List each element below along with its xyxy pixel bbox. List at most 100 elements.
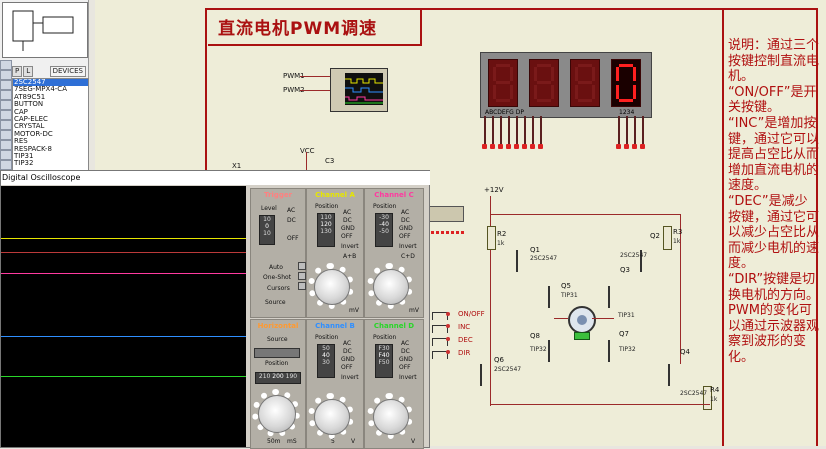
device-panel: P L DEVICES 2SC2547 7SEG-MPX4-CA AT89C51 BUTT… — [0, 0, 89, 182]
one-shot-label: One-Shot — [263, 274, 292, 281]
tool-icon[interactable] — [0, 90, 12, 100]
respack-pins — [426, 224, 466, 234]
tool-icon[interactable] — [0, 110, 12, 120]
window-title[interactable]: Digital Oscilloscope — [1, 171, 430, 185]
channel-d-knob[interactable] — [373, 399, 409, 435]
device-list[interactable]: 2SC2547 7SEG-MPX4-CA AT89C51 BUTTON CAP CAP-E… — [12, 78, 89, 182]
dc-label: DC — [343, 217, 352, 224]
tool-icon[interactable] — [0, 140, 12, 150]
channel-b-position[interactable]: 50 40 30 — [317, 344, 335, 378]
position-value: F40 — [378, 352, 390, 359]
invert-label: Invert — [341, 374, 359, 381]
gnd-label: GND — [341, 356, 355, 363]
off-label: OFF — [399, 364, 411, 371]
horizontal-title: Horizontal — [257, 322, 299, 330]
channel-c-position[interactable]: -30 -40 -50 — [375, 213, 393, 247]
c3-label: C3 — [325, 157, 335, 165]
library-button[interactable]: L — [23, 66, 34, 77]
note-paragraph: “ON/OFF”是开关按键。 — [728, 84, 817, 116]
tool-icon[interactable] — [0, 160, 12, 170]
tool-icon[interactable] — [0, 70, 12, 80]
q8-label: Q8 — [530, 332, 540, 340]
resistor-r3[interactable] — [663, 226, 672, 250]
q5-label: Q5 — [561, 282, 571, 290]
q6-part: 2SC2547 — [494, 366, 522, 373]
tool-icon[interactable] — [0, 120, 12, 130]
device-list-item[interactable]: TIP32 — [13, 160, 88, 168]
resistor-r2[interactable] — [487, 226, 496, 250]
auto-toggle[interactable] — [298, 262, 306, 270]
on-off-label: ON/OFF — [458, 310, 485, 318]
horizontal-position[interactable]: 210 200 190 — [255, 372, 301, 384]
timebase-knob[interactable] — [258, 395, 296, 433]
off-label: OFF — [341, 233, 353, 240]
c-plus-d-label: C+D — [401, 253, 415, 260]
scope-screen — [1, 186, 246, 447]
q7-part: TIP32 — [619, 346, 636, 353]
invert-label: Invert — [399, 243, 417, 250]
channel-b-knob[interactable] — [314, 399, 350, 435]
channel-a-knob[interactable] — [314, 269, 350, 305]
mini-scope-component[interactable] — [330, 68, 388, 112]
invert-label: Invert — [399, 374, 417, 381]
horizontal-position-label: Position — [265, 360, 289, 367]
trigger-level-display[interactable]: 10 0 10 — [259, 215, 275, 245]
channel-c-trace — [1, 273, 246, 274]
tool-icon[interactable] — [0, 150, 12, 160]
dc-label: DC — [401, 348, 410, 355]
channel-b-title: Channel B — [315, 322, 355, 330]
pick-devices-button[interactable]: P — [12, 66, 23, 77]
respack[interactable] — [426, 206, 464, 222]
digit-2 — [529, 59, 559, 107]
channel-a-position[interactable]: 110 120 130 — [317, 213, 335, 247]
dc-motor[interactable] — [568, 306, 596, 334]
mv-unit: mV — [409, 307, 419, 314]
q7-label: Q7 — [619, 330, 629, 338]
position-value: -40 — [379, 221, 389, 228]
tool-icon[interactable] — [0, 60, 12, 70]
position-label: Position — [373, 203, 397, 210]
mini-scope-traces — [345, 73, 383, 105]
transistor-q3[interactable] — [608, 286, 624, 308]
tool-icon[interactable] — [0, 100, 12, 110]
note-paragraph: 说明：通过三个按键控制直流电机。 — [728, 38, 820, 85]
one-shot-toggle[interactable] — [298, 272, 306, 280]
digital-oscilloscope-window[interactable]: Digital Oscilloscope Trigger Level 10 0 … — [0, 170, 430, 449]
channel-b-trace — [1, 336, 246, 337]
seven-segment-display[interactable]: 0 ABCDEFG DP 1234 — [480, 52, 652, 118]
q8-part: TIP32 — [530, 346, 547, 353]
position-value: 30 — [322, 359, 330, 366]
x1-label: X1 — [232, 162, 242, 170]
channel-d-position[interactable]: F30 F40 F50 — [375, 344, 393, 378]
cursors-toggle[interactable] — [298, 282, 306, 290]
position-value: 50 — [322, 345, 330, 352]
transistor-q8[interactable] — [548, 340, 564, 362]
position-value: 130 — [320, 228, 332, 235]
level-value: 10 — [263, 216, 271, 223]
time-value: 50m — [267, 438, 281, 445]
off-label: OFF — [399, 233, 411, 240]
position-value: 40 — [322, 352, 330, 359]
trigger-panel: Trigger Level 10 0 10 AC DC OFF Auto One… — [250, 188, 306, 318]
gnd-label: GND — [341, 225, 355, 232]
transistor-q4[interactable] — [668, 364, 684, 386]
horizontal-source-slider[interactable] — [254, 348, 300, 358]
q4-label: Q4 — [680, 348, 690, 356]
q2-part: 2SC2547 — [620, 252, 648, 259]
channel-a-trace — [1, 238, 246, 239]
position-value: 190 — [285, 373, 298, 380]
tool-icon[interactable] — [0, 130, 12, 140]
q3-part: TIP31 — [618, 312, 635, 319]
dir-label: DIR — [458, 349, 471, 357]
trigger-title: Trigger — [263, 191, 293, 199]
v-unit: V — [411, 438, 416, 445]
note-paragraph: “DIR”按键是切换电机的方向。PWM的变化可以通过示波器观察到波形的变化。 — [728, 271, 820, 365]
q1-label: Q1 — [530, 246, 540, 254]
invert-label: Invert — [341, 243, 359, 250]
gnd-label: GND — [399, 356, 413, 363]
q2-label: Q2 — [650, 232, 660, 240]
digit-3 — [570, 59, 600, 107]
channel-c-knob[interactable] — [373, 269, 409, 305]
picker-tabs: P L DEVICES — [12, 66, 86, 77]
tool-icon[interactable] — [0, 80, 12, 90]
